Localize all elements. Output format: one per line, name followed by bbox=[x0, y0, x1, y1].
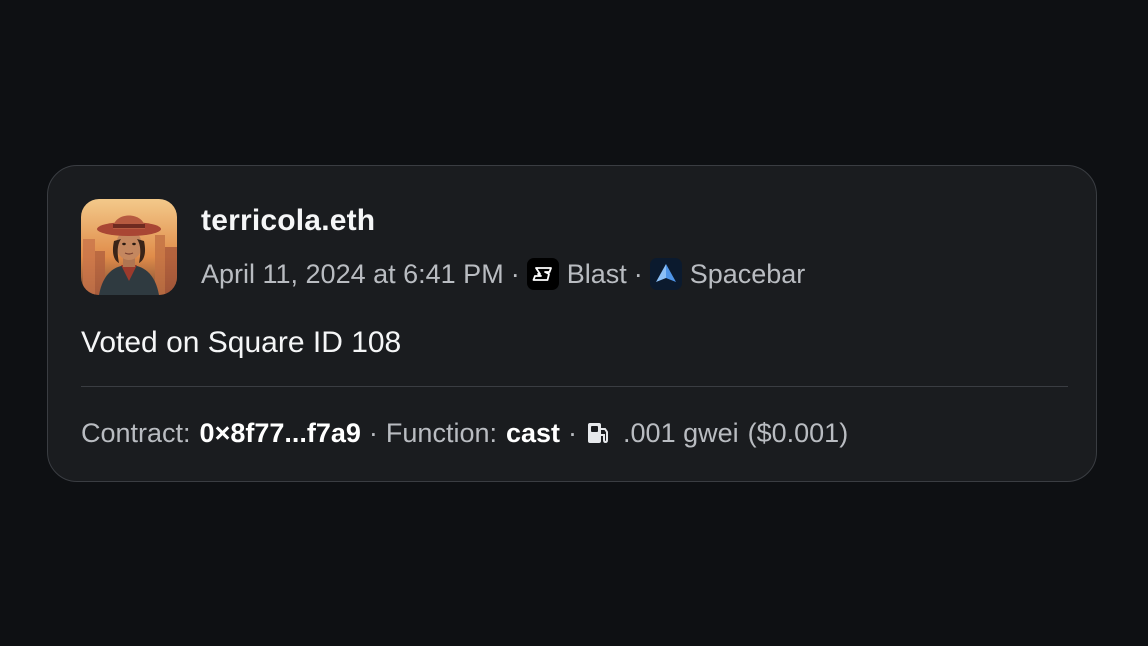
username[interactable]: terricola.eth bbox=[201, 204, 375, 238]
contract-label: Contract: bbox=[81, 417, 191, 448]
footer-separator: · bbox=[368, 417, 378, 448]
spacebar-logo-icon bbox=[649, 258, 682, 290]
function-label: Function: bbox=[385, 417, 497, 448]
divider bbox=[81, 386, 1068, 387]
gas-usd: ($0.001) bbox=[747, 417, 849, 448]
contract-address[interactable]: 0×8f77...f7a9 bbox=[200, 418, 361, 449]
post-meta: April 11, 2024 at 6:41 PM · Blast · Spac… bbox=[201, 254, 805, 294]
activity-card: terricola.eth April 11, 2024 at 6:41 PM … bbox=[47, 165, 1097, 482]
transaction-details: Contract: 0×8f77...f7a9 · Function: cast… bbox=[81, 413, 848, 453]
app-name[interactable]: Spacebar bbox=[690, 259, 806, 290]
post-date: April 11, 2024 at 6:41 PM bbox=[201, 258, 504, 289]
meta-separator: · bbox=[633, 258, 643, 289]
function-name: cast bbox=[505, 417, 561, 448]
blast-logo-icon bbox=[526, 258, 559, 290]
avatar[interactable] bbox=[81, 199, 177, 295]
gas-pump-icon bbox=[585, 420, 611, 446]
footer-separator: · bbox=[568, 417, 578, 448]
meta-separator: · bbox=[510, 258, 520, 289]
chain-name[interactable]: Blast bbox=[567, 259, 627, 290]
action-text: Voted on Square ID 108 bbox=[81, 326, 402, 359]
gas-amount: .001 gwei bbox=[623, 417, 739, 448]
avatar-image bbox=[81, 199, 177, 295]
